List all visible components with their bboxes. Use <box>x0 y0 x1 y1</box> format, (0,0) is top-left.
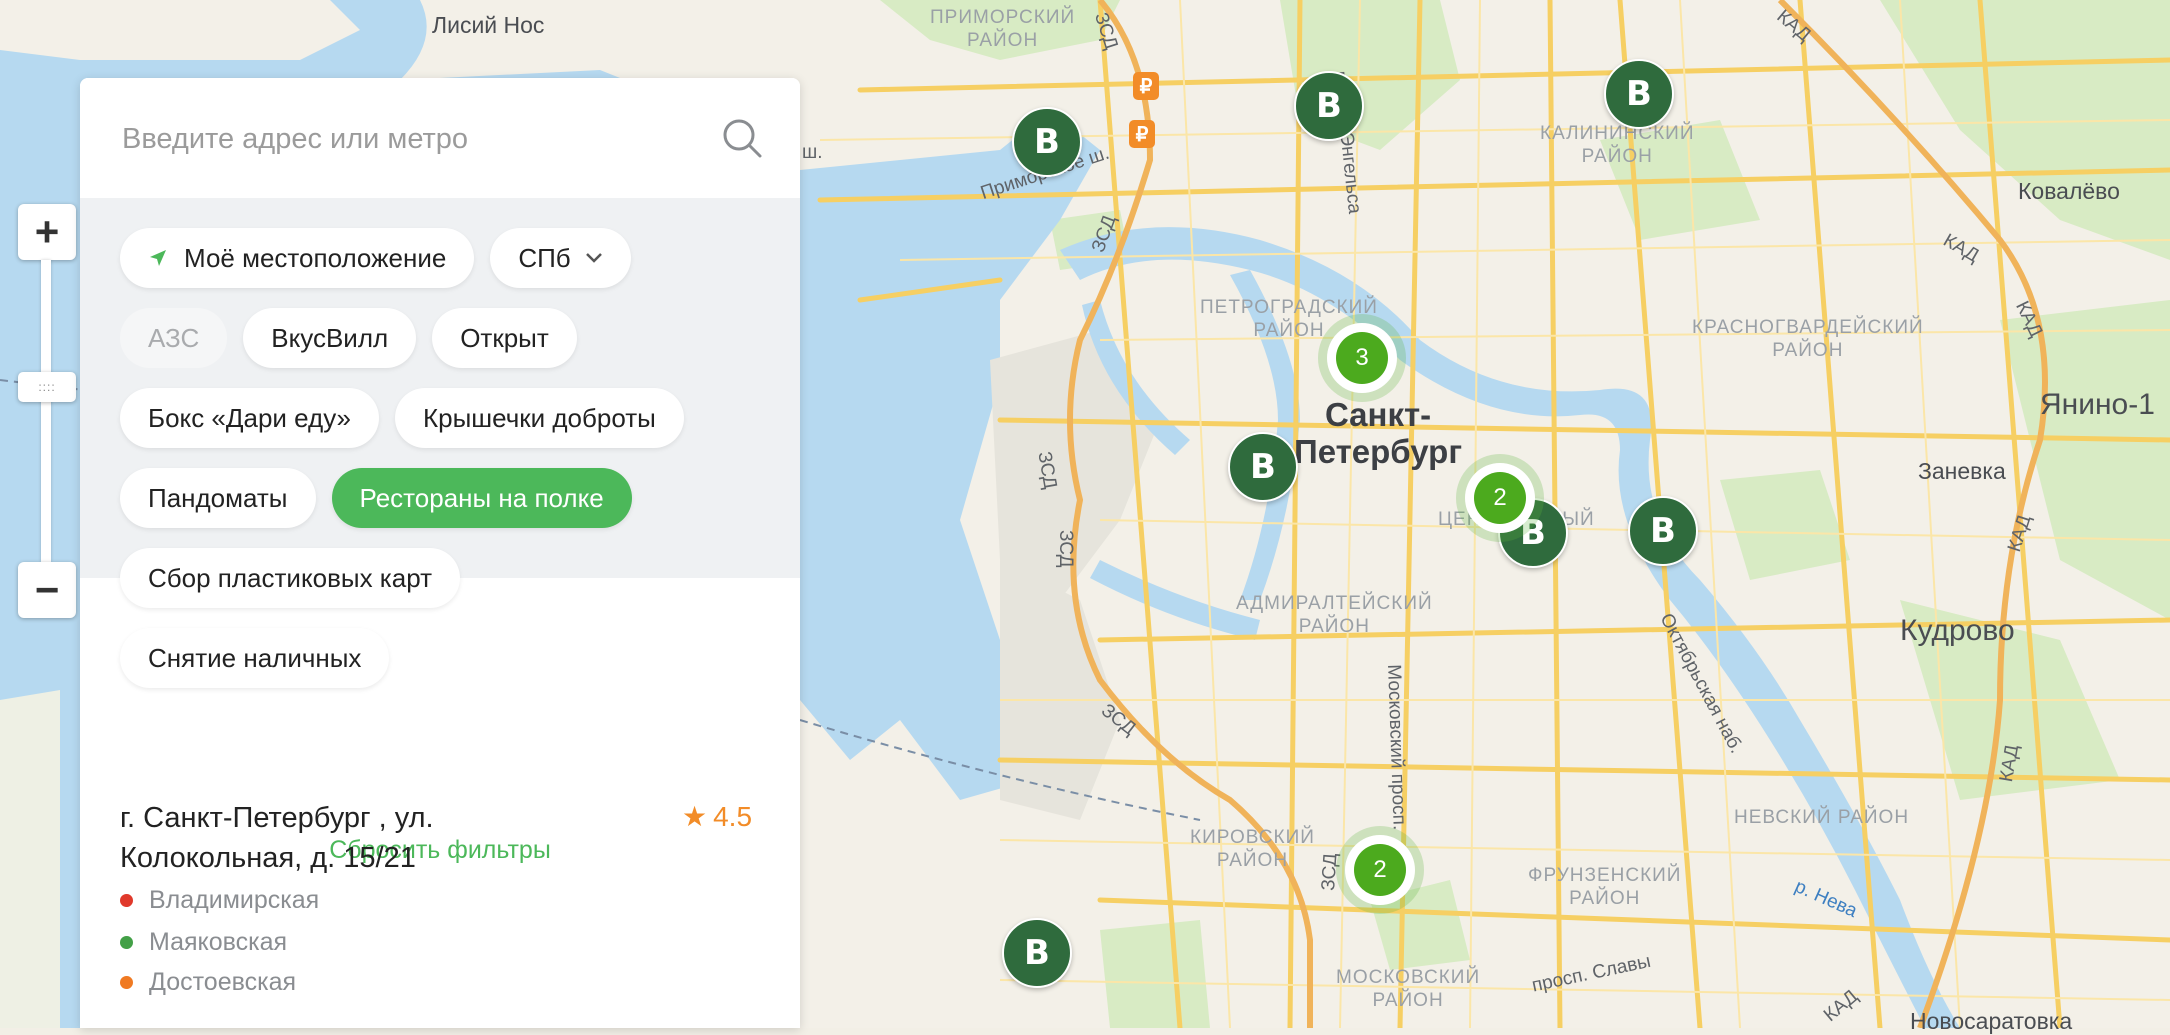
map-label-krasnogvardeysky-district: КРАСНОГВАРДЕЙСКИЙ РАЙОН <box>1692 317 1924 361</box>
my-location-button[interactable]: Моё местоположение <box>120 228 475 288</box>
zoom-control: + :::: − <box>18 204 76 618</box>
store-address: г. Санкт-Петербург , ул. Колокольная, д.… <box>120 802 434 874</box>
search-panel: Моё местоположение СПб АЗС ВкусВилл Откр… <box>80 78 800 1028</box>
store-marker[interactable]: В <box>1002 918 1072 988</box>
my-location-label: Моё местоположение <box>184 242 447 273</box>
map-label-kalininsky-district: КАЛИНИНСКИЙ РАЙОН <box>1540 123 1695 167</box>
filter-chip-pandomats[interactable]: Пандоматы <box>120 468 316 528</box>
map-label-admiralteysky-district: АДМИРАЛТЕЙСКИЙ РАЙОН <box>1236 593 1433 637</box>
metro-station: Владимирская <box>120 886 319 915</box>
zoom-in-button[interactable]: + <box>18 204 76 260</box>
store-marker[interactable]: В <box>1228 432 1298 502</box>
zoom-slider-track[interactable] <box>41 260 51 562</box>
map-label-yanino: Янино-1 <box>2040 388 2155 421</box>
metro-line-dot-icon <box>120 936 133 949</box>
map-label-moskovsky-district: МОСКОВСКИЙ РАЙОН <box>1336 967 1481 1011</box>
map-label-primorsky-district: ПРИМОРСКИЙ РАЙОН <box>930 7 1076 51</box>
metro-station-name: Владимирская <box>149 886 320 914</box>
cluster-ring: 2 <box>1465 463 1535 533</box>
search-bar <box>80 78 800 198</box>
map-label-zsd-4: ЗСД <box>1055 530 1076 568</box>
atm-marker-2[interactable]: ₽ <box>1129 120 1155 148</box>
map-label-zanevka: Заневка <box>1918 458 2006 484</box>
search-input[interactable] <box>120 116 684 162</box>
map-label-kovalevo: Ковалёво <box>2018 178 2120 204</box>
store-marker[interactable]: В <box>1628 496 1698 566</box>
map-label-novosaratovka: Новосаратовка <box>1910 1008 2073 1034</box>
store-marker[interactable]: В <box>1604 59 1674 129</box>
atm-marker-1[interactable]: ₽ <box>1133 72 1159 100</box>
zoom-out-button[interactable]: − <box>18 562 76 618</box>
rating-value: 4.5 <box>713 801 753 832</box>
filters-section: Моё местоположение СПб АЗС ВкусВилл Откр… <box>80 198 800 864</box>
cluster-ring: 2 <box>1345 835 1415 905</box>
filter-chips: Моё местоположение СПб АЗС ВкусВилл Откр… <box>120 228 780 708</box>
metro-line-dot-icon <box>120 894 133 907</box>
metro-station-name: Маяковская <box>149 928 288 956</box>
metro-station: Маяковская <box>120 928 287 957</box>
filter-chip-cash-withdrawal[interactable]: Снятие наличных <box>120 628 390 688</box>
city-select[interactable]: СПб <box>490 228 631 288</box>
search-icon[interactable] <box>720 116 764 160</box>
cluster-marker[interactable]: 2 <box>1456 454 1544 542</box>
cluster-marker[interactable]: 2 <box>1336 826 1424 914</box>
filter-chip-restaurants-on-shelf[interactable]: Рестораны на полке <box>331 468 632 528</box>
metro-station: Достоевская <box>120 968 296 997</box>
store-marker[interactable]: В <box>1012 107 1082 177</box>
zoom-slider-thumb[interactable]: :::: <box>18 372 76 402</box>
cluster-count: 2 <box>1354 844 1406 896</box>
map-label-kirovsky-district: КИРОВСКИЙ РАЙОН <box>1190 827 1315 871</box>
city-select-value: СПб <box>518 242 571 273</box>
cluster-ring: 3 <box>1327 323 1397 393</box>
map-label-lisiy-nos: Лисий Нос <box>432 12 545 38</box>
map-label-nevsky-district: НЕВСКИЙ РАЙОН <box>1734 807 1910 828</box>
metro-station-name: Достоевская <box>149 968 297 996</box>
metro-line-dot-icon <box>120 976 133 989</box>
chevron-down-icon <box>585 253 602 263</box>
filter-chip-plastic-cards[interactable]: Сбор пластиковых карт <box>120 548 461 608</box>
cluster-count: 2 <box>1474 472 1526 524</box>
cluster-count: 3 <box>1336 332 1388 384</box>
star-icon: ★ <box>682 801 708 832</box>
filter-chip-bottle-caps[interactable]: Крышечки доброты <box>394 388 684 448</box>
filter-chip-open[interactable]: Открыт <box>432 308 577 368</box>
map-label-sh: ш. <box>802 142 823 163</box>
location-arrow-icon <box>150 250 166 266</box>
store-marker[interactable]: В <box>1294 71 1364 141</box>
filter-chip-food-box[interactable]: Бокс «Дари еду» <box>120 388 379 448</box>
filter-chip-azs[interactable]: АЗС <box>120 308 228 368</box>
map-label-frunzensky-district: ФРУНЗЕНСКИЙ РАЙОН <box>1528 865 1682 909</box>
cluster-marker[interactable]: 3 <box>1318 314 1406 402</box>
store-rating: ★ 4.5 <box>682 800 752 833</box>
map-label-city: Санкт- Петербург <box>1294 396 1463 470</box>
filter-chip-vkusvill[interactable]: ВкусВилл <box>243 308 417 368</box>
map-label-kudrovo: Кудрово <box>1900 614 2015 647</box>
